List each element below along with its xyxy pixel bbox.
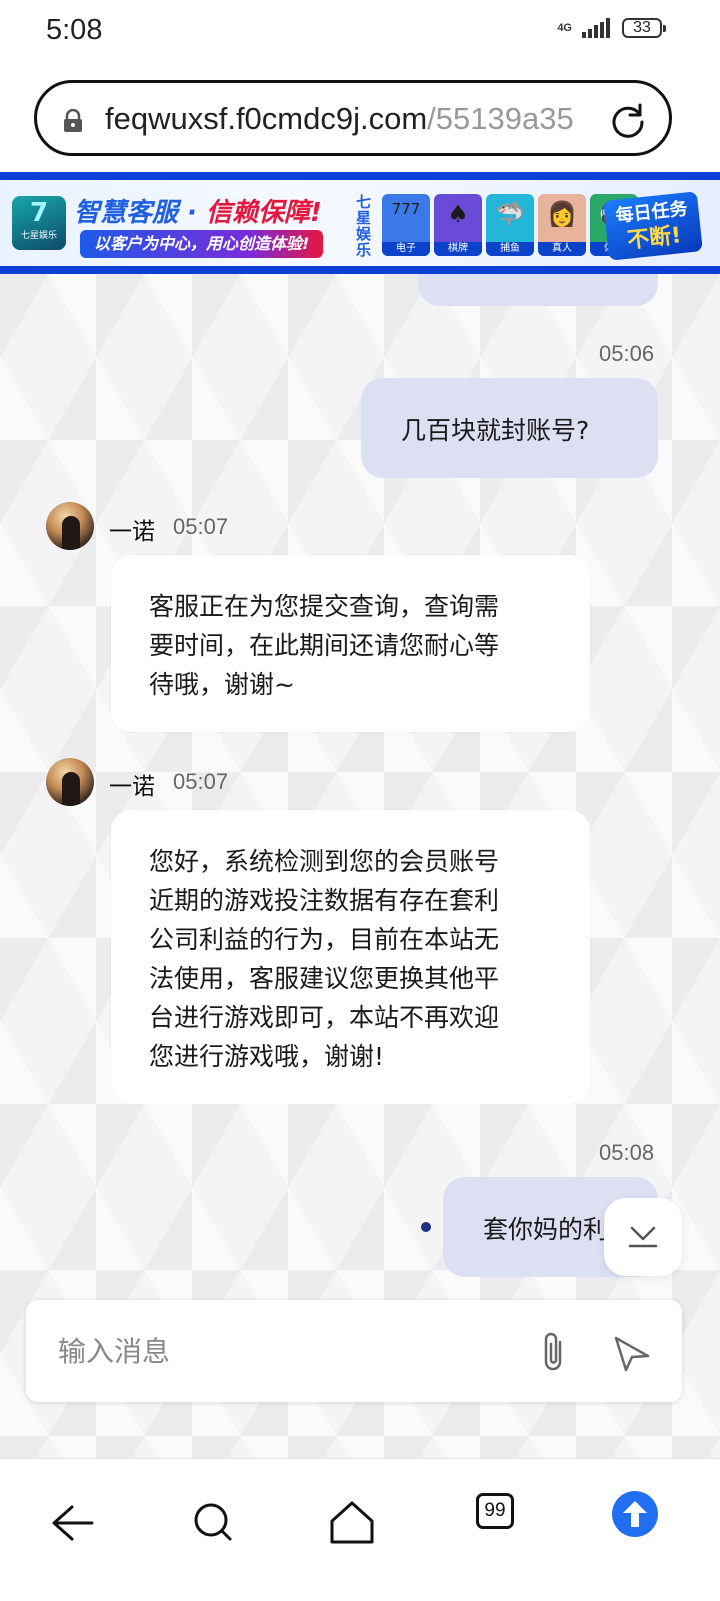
banner-title-blue: 智慧客服 · — [74, 198, 206, 228]
status-time: 5:08 — [46, 14, 103, 46]
message-time: 05:06 — [599, 341, 655, 366]
message-line: 法使用，客服建议您更换其他平 — [149, 964, 500, 993]
game-category-list: 777电子♠棋牌🦈捕鱼👩真人⚽体育 — [382, 194, 638, 256]
message-line: 待哦，谢谢~ — [149, 670, 295, 699]
message-time: 05:07 — [173, 769, 229, 794]
outgoing-message[interactable]: 几百块就封账号? — [361, 378, 658, 478]
message-line: 公司利益的行为，目前在本站无 — [149, 925, 500, 954]
sending-status-dot — [421, 1222, 431, 1232]
message-time: 05:07 — [173, 514, 229, 539]
lock-icon — [64, 109, 82, 132]
game-category-icon: 777 — [391, 200, 421, 218]
game-category-tile[interactable]: ♠ 棋牌 — [434, 194, 482, 256]
back-arrow-icon[interactable] — [44, 1493, 104, 1553]
battery-indicator: 33 — [622, 18, 666, 38]
network-type: 4G — [557, 21, 572, 34]
scroll-down-icon — [628, 1226, 658, 1248]
banner-title-red: 信赖保障! — [205, 198, 322, 228]
upload-arrow-icon — [623, 1501, 647, 1527]
message-text: 几百块就封账号? — [401, 416, 590, 445]
address-bar[interactable]: feqwuxsf.f0cmdc9j.com/55139a35 — [34, 80, 672, 156]
message-line: 客服正在为您提交查询，查询需 — [149, 592, 500, 621]
url-text[interactable]: feqwuxsf.f0cmdc9j.com/55139a35 — [105, 101, 585, 141]
message-time: 05:08 — [599, 1140, 655, 1165]
incoming-message[interactable]: 客服正在为您提交查询，查询需 要时间，在此期间还请您耐心等 待哦，谢谢~ — [111, 555, 590, 732]
promo-banner[interactable]: 7 七星娱乐 智慧客服 · 信赖保障! 以客户为中心，用心创造体验! 七星娱乐 … — [0, 172, 720, 274]
url-host: feqwuxsf.f0cmdc9j.com — [105, 101, 428, 136]
brand-logo-symbol: 7 — [29, 198, 49, 228]
avatar[interactable] — [46, 502, 94, 550]
banner-title: 智慧客服 · 信赖保障! — [74, 192, 322, 229]
game-category-label: 捕鱼 — [486, 242, 534, 256]
browser-bottom-nav: 99 — [0, 1458, 720, 1601]
game-category-tile[interactable]: 777 电子 — [382, 194, 430, 256]
tabs-button[interactable]: 99 — [476, 1493, 514, 1529]
status-bar: 5:08 4G 33 — [0, 0, 720, 64]
upload-button[interactable] — [612, 1491, 658, 1537]
game-category-label: 真人 — [538, 242, 586, 256]
message-line: 台进行游戏即可，本站不再欢迎 — [149, 1003, 500, 1032]
search-icon[interactable] — [184, 1493, 244, 1553]
game-category-icon: 👩 — [547, 200, 577, 228]
message-input[interactable]: 输入消息 — [58, 1330, 170, 1370]
status-indicators: 4G 33 — [557, 18, 666, 38]
paperclip-icon[interactable] — [536, 1330, 572, 1374]
avatar[interactable] — [46, 758, 94, 806]
home-icon[interactable] — [322, 1493, 382, 1553]
message-line: 您好，系统检测到您的会员账号 — [149, 847, 500, 876]
send-icon[interactable] — [612, 1334, 652, 1374]
message-line: 要时间，在此期间还请您耐心等 — [149, 631, 500, 660]
scroll-to-bottom-button[interactable] — [604, 1198, 682, 1276]
reload-icon[interactable] — [609, 101, 647, 139]
daily-task-badge: 每日任务 不断! — [603, 191, 703, 261]
game-category-icon: 🦈 — [495, 200, 525, 228]
game-category-tile[interactable]: 🦈 捕鱼 — [486, 194, 534, 256]
game-category-tile[interactable]: 👩 真人 — [538, 194, 586, 256]
message-text: 套你妈的利 — [483, 1215, 609, 1244]
url-path: /55139a35 — [427, 101, 574, 136]
message-line: 您进行游戏哦，谢谢! — [149, 1042, 385, 1071]
banner-subtitle: 以客户为中心，用心创造体验! — [80, 230, 324, 258]
game-category-label: 棋牌 — [434, 242, 482, 256]
brand-vertical-text: 七星娱乐 — [356, 193, 372, 259]
message-line: 近期的游戏投注数据有存在套利 — [149, 886, 500, 915]
sender-name: 一诺 — [109, 519, 155, 545]
message-composer[interactable]: 输入消息 — [26, 1300, 682, 1402]
brand-logo-text: 七星娱乐 — [20, 231, 57, 241]
incoming-message[interactable]: 您好，系统检测到您的会员账号 近期的游戏投注数据有存在套利 公司利益的行为，目前… — [111, 810, 590, 1104]
game-category-label: 电子 — [382, 242, 430, 256]
sender-name: 一诺 — [109, 774, 155, 800]
signal-icon — [582, 18, 610, 38]
previous-message-bubble — [418, 274, 658, 306]
chat-area[interactable]: 05:06 几百块就封账号? 一诺 05:07 客服正在为您提交查询，查询需 要… — [0, 274, 720, 1458]
brand-logo: 7 七星娱乐 — [12, 196, 66, 250]
game-category-icon: ♠ — [447, 200, 469, 228]
